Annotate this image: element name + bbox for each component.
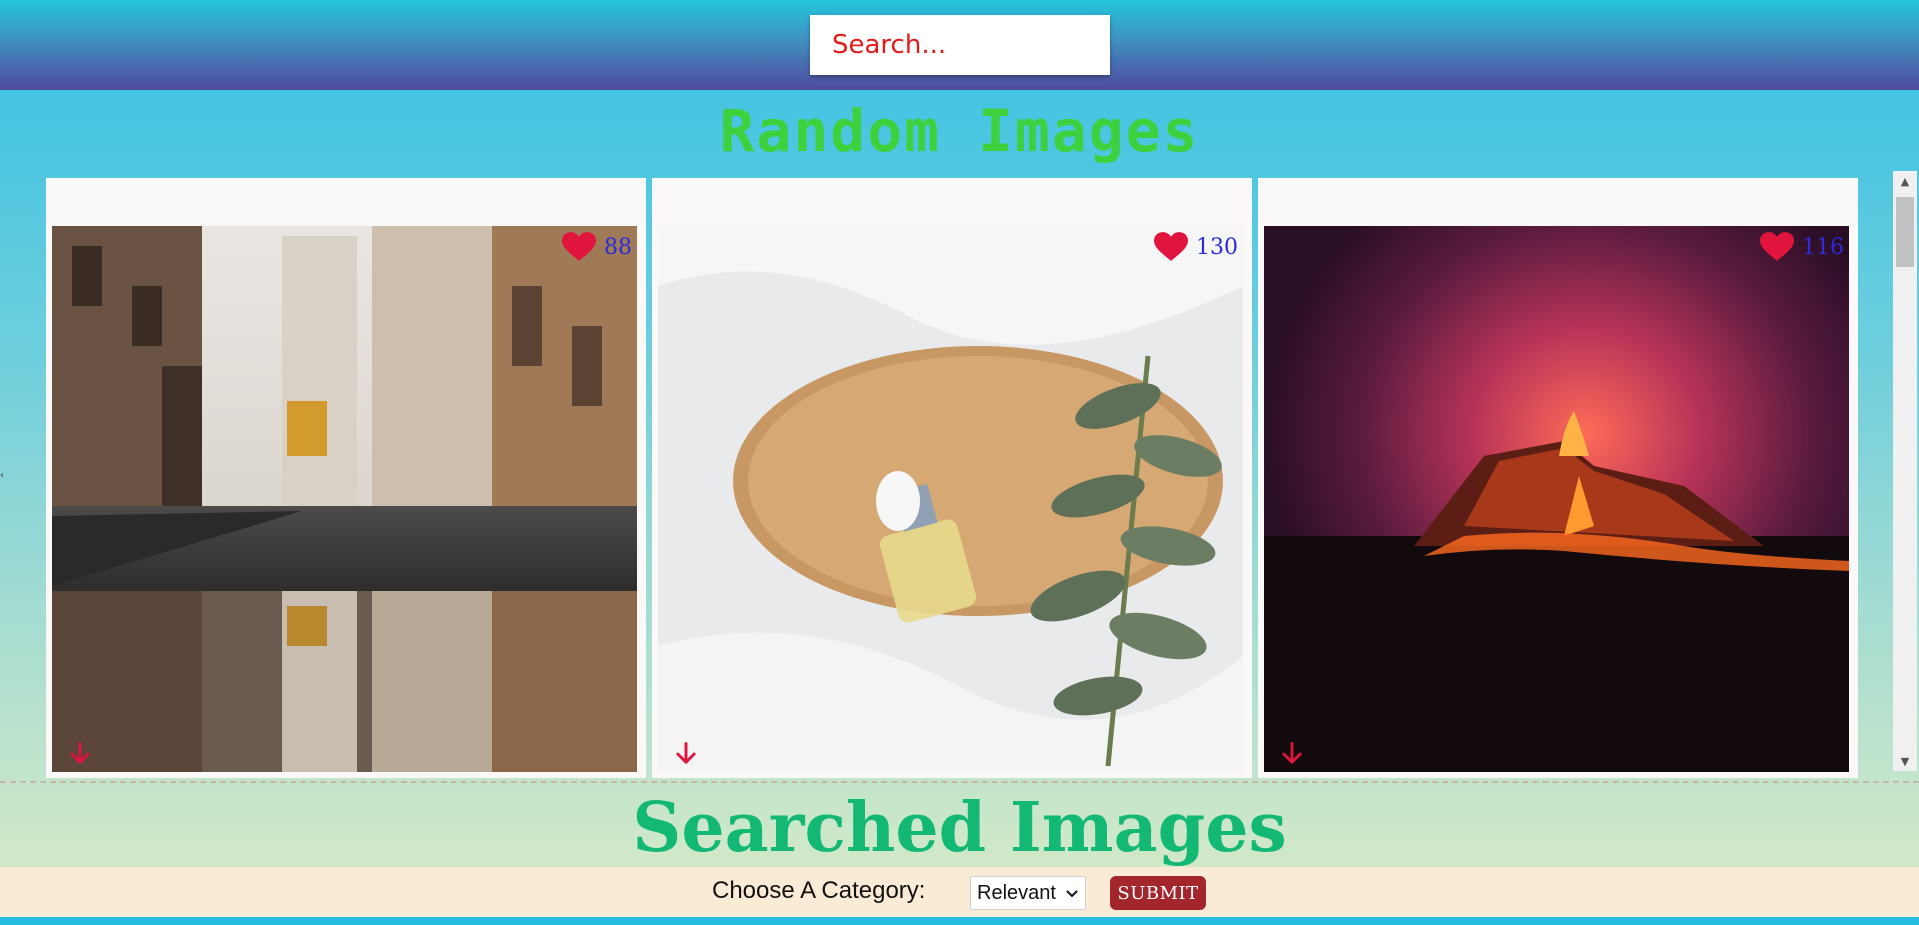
chevron-down-icon [1066,890,1078,898]
searched-images-title: Searched Images [632,788,1287,868]
volcano-eruption-photo[interactable] [1264,226,1849,772]
category-select[interactable]: Relevant [970,876,1086,910]
heart-icon[interactable] [562,232,596,262]
image-card: 130 [652,178,1252,778]
download-icon[interactable] [66,740,94,768]
scroll-down-arrow-icon[interactable]: ▼ [1893,751,1917,771]
section-divider [0,781,1919,783]
submit-button[interactable]: SUBMIT [1110,876,1206,910]
category-label: Choose A Category: [712,877,926,904]
search-input[interactable] [810,15,1110,75]
bottom-strip [0,917,1919,925]
scrollbar-thumb[interactable] [1896,197,1914,267]
serum-bottle-photo[interactable] [658,226,1243,772]
heart-icon[interactable] [1760,232,1794,262]
category-bar: Choose A Category: Relevant SUBMIT [0,867,1919,917]
download-icon[interactable] [1278,740,1306,768]
image-card: 88 [46,178,646,778]
vertical-scrollbar[interactable]: ▲ ▼ [1893,171,1917,771]
likes-counter: 88 [562,230,632,264]
random-images-title: Random Images [719,97,1200,165]
likes-counter: 130 [1154,230,1238,264]
category-selected-value: Relevant [977,881,1056,904]
likes-count: 116 [1802,234,1844,260]
download-icon[interactable] [672,740,700,768]
likes-count: 88 [604,234,632,260]
street-reflection-photo[interactable] [52,226,637,772]
likes-count: 130 [1196,234,1238,260]
likes-counter: 116 [1760,230,1844,264]
image-card: 116 [1258,178,1858,778]
heart-icon[interactable] [1154,232,1188,262]
top-header [0,0,1919,90]
random-images-grid: 88 130 116 [46,178,1858,778]
scroll-up-arrow-icon[interactable]: ▲ [1893,171,1917,191]
edge-marker: ‹ [0,470,4,481]
